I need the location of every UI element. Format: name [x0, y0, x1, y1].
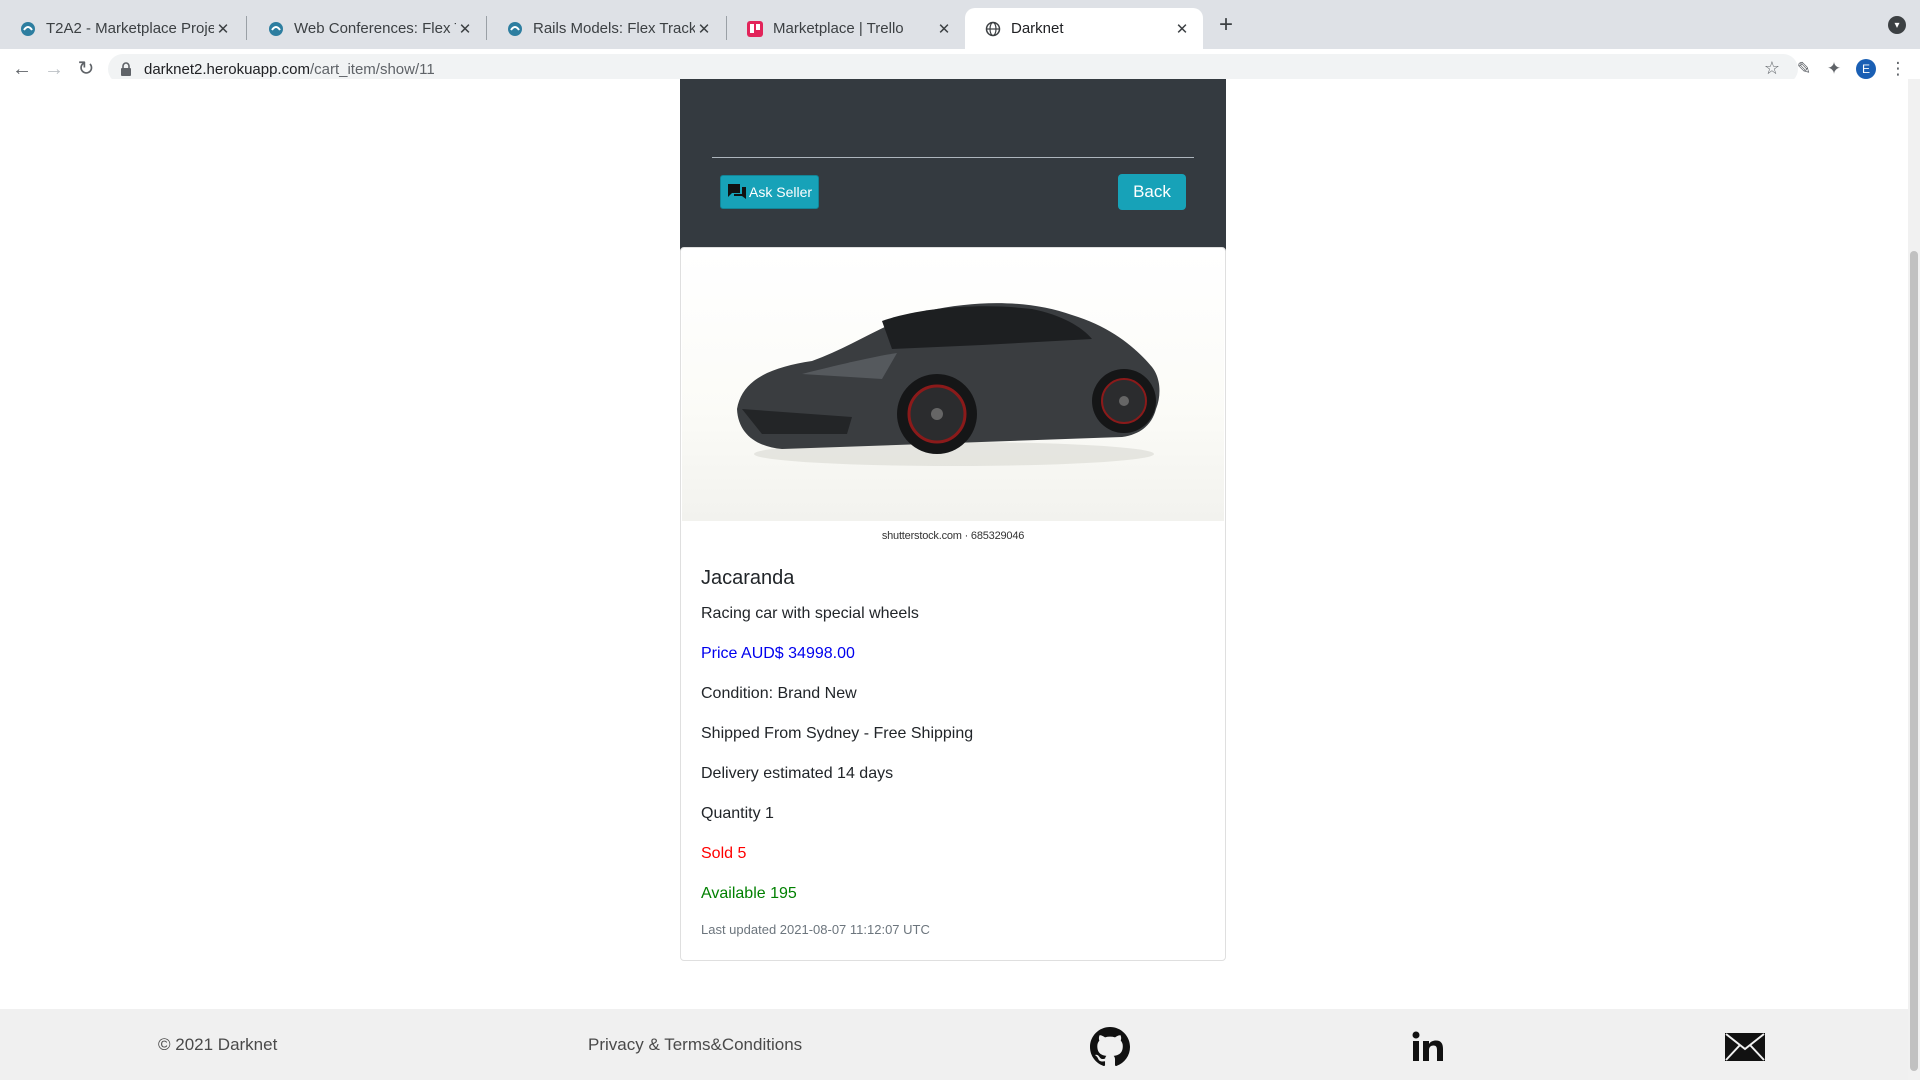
tab-title: Web Conferences: Flex Track [294, 20, 456, 37]
mail-icon[interactable] [1724, 1026, 1766, 1068]
close-icon[interactable]: ✕ [695, 20, 713, 38]
tab-title: Rails Models: Flex Track [533, 20, 695, 37]
reload-icon[interactable]: ↻ [74, 57, 98, 81]
close-icon[interactable]: ✕ [214, 20, 232, 38]
tab-web-conferences[interactable]: Web Conferences: Flex Track ✕ [248, 8, 486, 49]
tab-darknet[interactable]: Darknet ✕ [965, 8, 1203, 49]
new-tab-button[interactable]: + [1212, 12, 1240, 40]
product-available: Available 195 [701, 885, 797, 902]
browser-tab-bar: T2A2 - Marketplace Project ✕ Web Confere… [0, 0, 1920, 49]
tab-search-icon[interactable]: ▾ [1888, 16, 1906, 34]
product-delivery: Delivery estimated 14 days [701, 765, 894, 782]
scrollbar-thumb[interactable] [1910, 251, 1918, 1071]
copyright-text: © 2021 Darknet [158, 1035, 278, 1054]
tab-title: Darknet [1011, 20, 1064, 37]
back-button[interactable]: Back [1118, 174, 1186, 210]
product-details: Jacaranda Racing car with special wheels… [701, 566, 1201, 937]
product-price: Price AUD$ 34998.00 [701, 645, 855, 662]
product-description: Racing car with special wheels [701, 605, 919, 622]
close-icon[interactable]: ✕ [1173, 20, 1191, 38]
canvas-icon [268, 21, 284, 37]
url-host: darknet2.herokuapp.com [144, 60, 310, 78]
url-path: /cart_item/show/11 [309, 60, 435, 78]
product-image [682, 249, 1224, 521]
linkedin-icon[interactable] [1407, 1026, 1449, 1068]
close-icon[interactable]: ✕ [456, 20, 474, 38]
back-arrow-icon[interactable]: ← [10, 57, 34, 81]
tab-trello[interactable]: Marketplace | Trello ✕ [727, 8, 965, 49]
bookmark-star-icon[interactable]: ☆ [1764, 58, 1780, 79]
extension-pen-icon[interactable]: ✎ [1792, 57, 1816, 81]
close-icon[interactable]: ✕ [935, 20, 953, 38]
product-shipping: Shipped From Sydney - Free Shipping [701, 725, 974, 742]
page-viewport: Ask Seller Back shutterstock.com · 68532… [0, 79, 1920, 1080]
globe-icon [985, 21, 1001, 37]
divider [712, 157, 1194, 158]
tab-title: T2A2 - Marketplace Project [46, 20, 214, 37]
privacy-terms-link[interactable]: Privacy & Terms&Conditions [588, 1009, 802, 1080]
tab-marketplace-project[interactable]: T2A2 - Marketplace Project ✕ [0, 8, 244, 49]
page-scrollbar[interactable] [1908, 79, 1920, 1080]
url-text: darknet2.herokuapp.com/cart_item/show/11 [144, 61, 435, 78]
avatar[interactable]: E [1856, 59, 1876, 79]
forward-arrow-icon[interactable]: → [42, 57, 66, 81]
tab-rails-models[interactable]: Rails Models: Flex Track ✕ [487, 8, 725, 49]
canvas-icon [20, 21, 36, 37]
puzzle-extensions-icon[interactable]: ✦ [1822, 57, 1846, 81]
trello-icon [747, 20, 763, 37]
product-card: shutterstock.com · 685329046 Jacaranda R… [680, 247, 1226, 961]
image-watermark: shutterstock.com · 685329046 [881, 530, 1025, 542]
kebab-menu-icon[interactable]: ⋮ [1886, 57, 1910, 81]
canvas-icon [507, 21, 523, 37]
product-sold: Sold 5 [701, 845, 747, 862]
product-quantity: Quantity 1 [701, 805, 774, 822]
product-name: Jacaranda [701, 567, 795, 589]
github-icon[interactable] [1089, 1026, 1131, 1068]
lock-icon [120, 62, 132, 76]
ask-seller-label: Ask Seller [749, 184, 813, 200]
chat-icon [728, 184, 746, 199]
site-footer: © 2021 Darknet Privacy & Terms&Condition… [0, 1009, 1908, 1080]
ask-seller-button[interactable]: Ask Seller [720, 175, 820, 209]
product-condition: Condition: Brand New [701, 685, 857, 702]
last-updated: Last updated 2021-08-07 11:12:07 UTC [701, 922, 930, 937]
tab-title: Marketplace | Trello [773, 20, 904, 37]
